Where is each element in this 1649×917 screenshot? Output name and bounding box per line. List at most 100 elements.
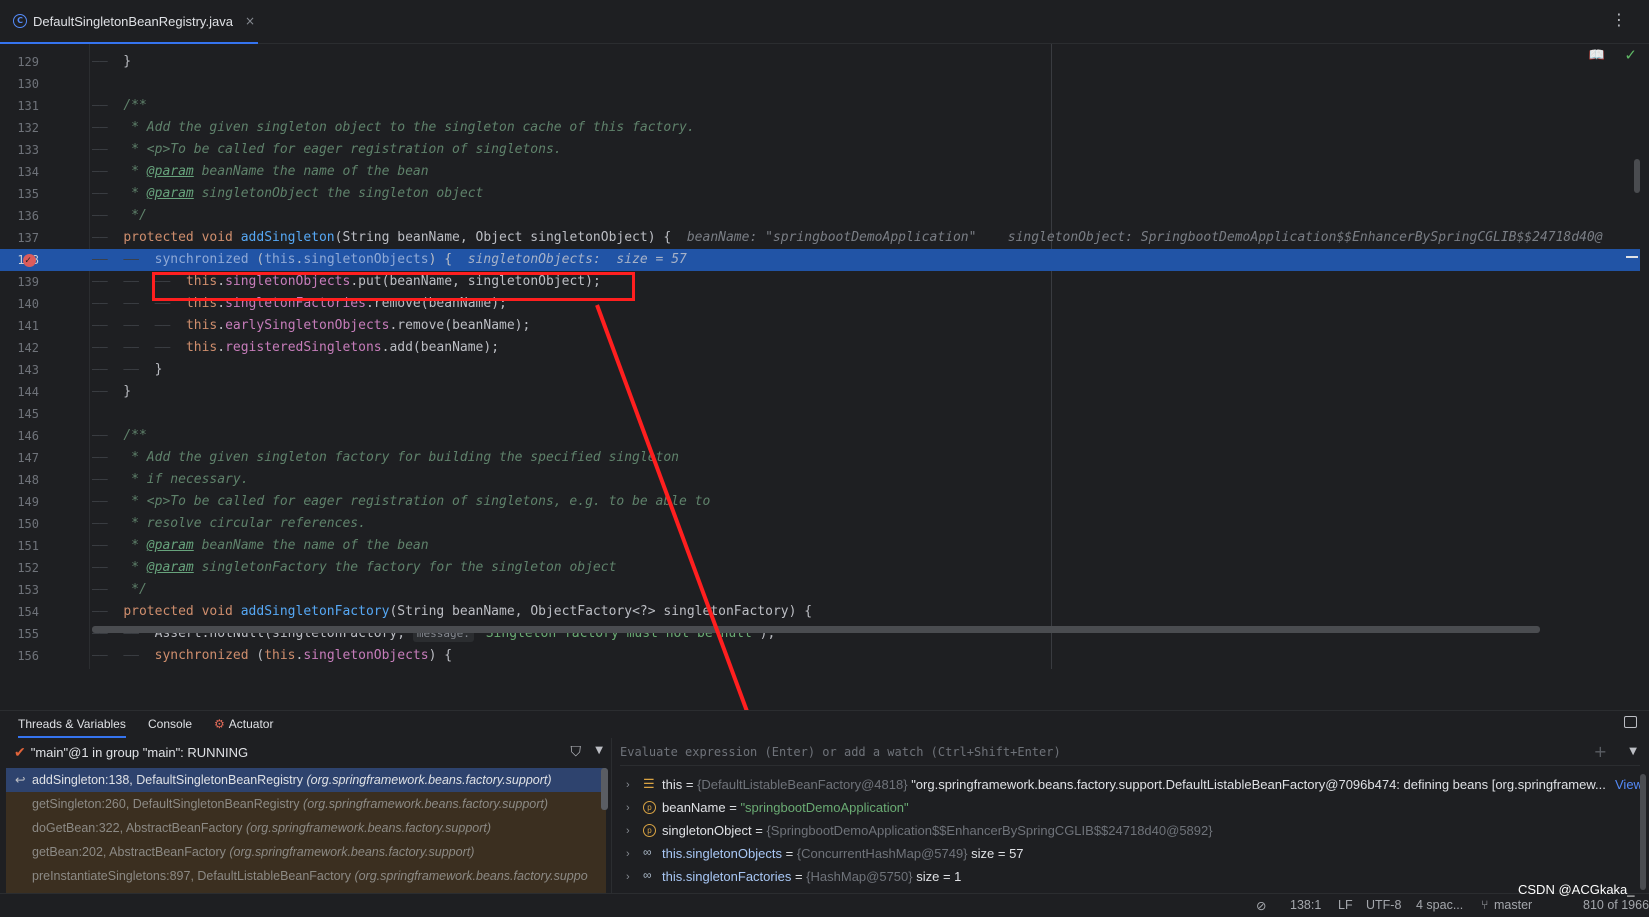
line-number[interactable]: 148 [0, 469, 39, 491]
code-line[interactable]: 146 —— /** [0, 425, 1640, 447]
code-line[interactable]: 142 —— —— —— this.registeredSingletons.ad… [0, 337, 1640, 359]
code-line[interactable]: 153 —— */ [0, 579, 1640, 601]
file-encoding[interactable]: UTF-8 [1366, 898, 1401, 912]
code-line[interactable]: 130 [0, 73, 1640, 95]
code-line[interactable]: 147 —— * Add the given singleton factory … [0, 447, 1640, 469]
line-number[interactable]: 154 [0, 601, 39, 623]
variable-row-singletonobjects[interactable]: › ∞ this.singletonObjects = {ConcurrentH… [612, 842, 1642, 866]
add-watch-icon[interactable]: + [1594, 742, 1607, 761]
code-line[interactable]: 143 —— —— } [0, 359, 1640, 381]
code-line[interactable]: 135 —— * @param singletonObject the singl… [0, 183, 1640, 205]
line-number[interactable]: 142 [0, 337, 39, 359]
memory-indicator[interactable]: 810 of 1966 [1583, 898, 1649, 912]
code-line[interactable]: 154 —— protected void addSingletonFactory… [0, 601, 1640, 623]
line-number[interactable]: 134 [0, 161, 39, 183]
variable-name: this.singletonObjects = {ConcurrentHashM… [662, 842, 1024, 866]
frame-item[interactable]: getBean:202, AbstractBeanFactory (org.sp… [6, 840, 606, 864]
line-number[interactable]: 136 [0, 205, 39, 227]
frame-item[interactable]: getSingleton:260, DefaultSingletonBeanRe… [6, 792, 606, 816]
line-number[interactable]: 132 [0, 117, 39, 139]
caret-position[interactable]: 138:1 [1290, 898, 1321, 912]
frame-method: getBean:202, AbstractBeanFactory [32, 845, 226, 859]
chevron-down-icon[interactable]: ▼ [595, 745, 603, 756]
code-line[interactable]: 150 —— * resolve circular references. [0, 513, 1640, 535]
line-number[interactable]: 131 [0, 95, 39, 117]
line-number[interactable]: 143 [0, 359, 39, 381]
frame-item[interactable]: doGetBean:322, AbstractBeanFactory (org.… [6, 816, 606, 840]
more-options-icon[interactable]: ⋮ [1611, 12, 1627, 28]
line-number[interactable]: 155 [0, 623, 39, 645]
line-number[interactable]: 141 [0, 315, 39, 337]
code-line[interactable]: 149 —— * <p>To be called for eager regist… [0, 491, 1640, 513]
code-line[interactable]: 141 —— —— —— this.earlySingletonObjects.r… [0, 315, 1640, 337]
vertical-scrollbar[interactable] [1634, 159, 1640, 193]
chevron-down-icon[interactable]: ▼ [1629, 746, 1637, 757]
variable-row-singletonfactories[interactable]: › ∞ this.singletonFactories = {HashMap@5… [612, 865, 1642, 889]
code-line[interactable]: 152 —— * @param singletonFactory the fact… [0, 557, 1640, 579]
view-link[interactable]: View [1615, 773, 1643, 797]
watch-icon: ∞ [643, 868, 652, 882]
breakpoint-icon[interactable] [23, 250, 36, 272]
code-line[interactable]: 137 —— protected void addSingleton(String… [0, 227, 1640, 249]
code-line[interactable]: 132 —— * Add the given singleton object t… [0, 117, 1640, 139]
variable-row-this[interactable]: › ☰ this = {DefaultListableBeanFactory@4… [612, 773, 1642, 797]
expand-icon[interactable]: › [626, 819, 630, 843]
line-separator[interactable]: LF [1338, 898, 1353, 912]
code-line[interactable]: 134 —— * @param beanName the name of the … [0, 161, 1640, 183]
code-line[interactable]: 131 —— /** [0, 95, 1640, 117]
code-line[interactable]: 133 —— * <p>To be called for eager regist… [0, 139, 1640, 161]
var-value: size = 57 [967, 846, 1024, 861]
expand-icon[interactable]: › [626, 796, 630, 820]
frames-scrollbar[interactable] [601, 768, 608, 810]
code-line[interactable]: 145 [0, 403, 1640, 425]
code-line[interactable]: 136 —— */ [0, 205, 1640, 227]
frame-item[interactable]: ↩ addSingleton:138, DefaultSingletonBean… [6, 768, 606, 792]
tab-console[interactable]: Console [148, 717, 192, 731]
line-number[interactable]: 137 [0, 227, 39, 249]
tab-actuator[interactable]: ⚙ Actuator [214, 717, 273, 731]
line-number[interactable]: 150 [0, 513, 39, 535]
line-number[interactable]: 144 [0, 381, 39, 403]
line-number[interactable]: 135 [0, 183, 39, 205]
line-number[interactable]: 152 [0, 557, 39, 579]
code-editor[interactable]: 📖 ✓ 129 —— } 130 131 —— /** 132 —— * Add the g… [0, 44, 1649, 669]
code-line[interactable]: 148 —— * if necessary. [0, 469, 1640, 491]
frame-item[interactable]: preInstantiateSingletons:897, DefaultLis… [6, 864, 606, 888]
line-number[interactable]: 149 [0, 491, 39, 513]
notifications-icon[interactable]: ⊘ [1256, 898, 1266, 913]
git-branch[interactable]: master [1494, 898, 1532, 912]
line-number[interactable]: 133 [0, 139, 39, 161]
variables-scrollbar[interactable] [1640, 774, 1646, 890]
line-number[interactable]: 147 [0, 447, 39, 469]
evaluate-expression-input[interactable]: Evaluate expression (Enter) or add a wat… [620, 738, 1640, 766]
code-line[interactable]: 151 —— * @param beanName the name of the … [0, 535, 1640, 557]
code-line[interactable]: 156 —— —— synchronized (this.singletonObj… [0, 645, 1640, 667]
filter-icon[interactable]: ⛉ [571, 744, 582, 760]
variable-row-singletonobject[interactable]: › p singletonObject = {SpringbootDemoApp… [612, 819, 1642, 843]
line-number[interactable]: 130 [0, 73, 39, 95]
code-line[interactable]: 129 —— } [0, 51, 1640, 73]
line-number[interactable]: 145 [0, 403, 39, 425]
expand-icon[interactable]: › [626, 842, 630, 866]
variable-row-beanname[interactable]: › p beanName = "springbootDemoApplicatio… [612, 796, 1642, 820]
expand-icon[interactable]: › [626, 865, 630, 889]
line-number[interactable]: 156 [0, 645, 39, 667]
horizontal-scrollbar[interactable] [92, 626, 1540, 633]
actuator-icon: ⚙ [214, 717, 225, 731]
close-icon[interactable]: × [245, 14, 255, 28]
line-number[interactable]: 153 [0, 579, 39, 601]
code-text: —— * @param singletonFactory the factory… [92, 560, 617, 575]
line-number[interactable]: 140 [0, 293, 39, 315]
thread-selector[interactable]: ✔ "main"@1 in group "main": RUNNING [6, 738, 606, 766]
code-line[interactable]: 138—— —— synchronized (this.singletonObj… [0, 249, 1640, 272]
line-number[interactable]: 139 [0, 271, 39, 293]
line-number[interactable]: 129 [0, 51, 39, 73]
line-number[interactable]: 151 [0, 535, 39, 557]
layout-settings-icon[interactable] [1624, 716, 1637, 728]
indent-setting[interactable]: 4 spac... [1416, 898, 1463, 912]
code-line[interactable]: 144 —— } [0, 381, 1640, 403]
expand-icon[interactable]: › [626, 773, 630, 797]
tab-threads-variables[interactable]: Threads & Variables [18, 717, 126, 738]
tab-default-singleton-bean-registry[interactable]: C DefaultSingletonBeanRegistry.java × [0, 0, 258, 44]
line-number[interactable]: 146 [0, 425, 39, 447]
